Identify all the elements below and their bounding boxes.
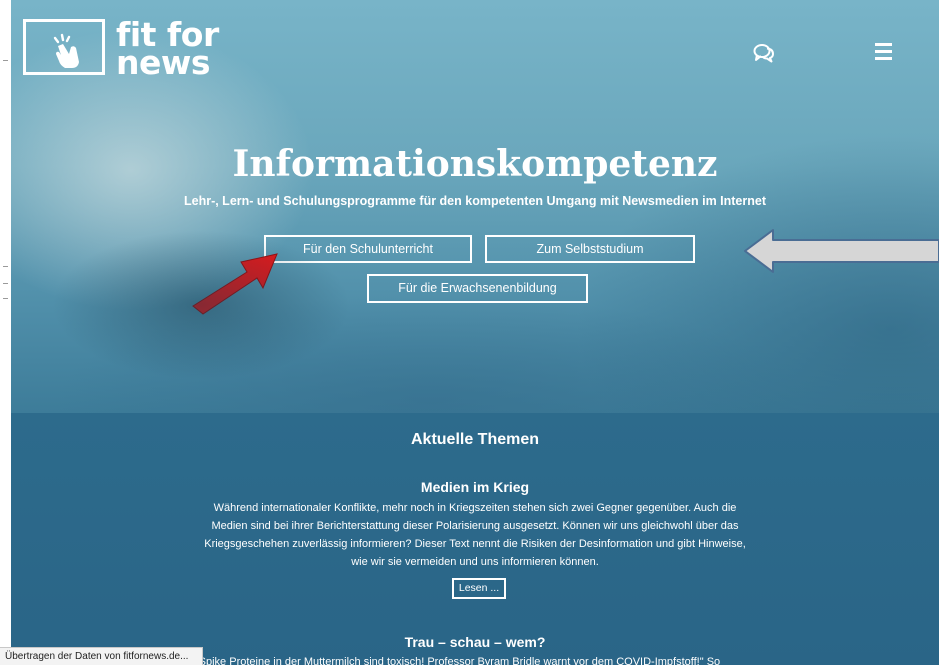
chat-bubbles-icon[interactable] — [753, 43, 775, 63]
self-study-button[interactable]: Zum Selbststudium — [485, 235, 695, 263]
hamburger-menu-icon[interactable] — [875, 43, 892, 60]
logo-wordmark[interactable]: fit for news — [116, 18, 219, 82]
article-body: Während internationaler Konflikte, mehr … — [204, 502, 746, 568]
red-annotation-arrow-icon — [192, 253, 278, 315]
grey-annotation-arrow-icon — [744, 229, 939, 273]
hero-section: fit for news Informationskompetenz Lehr-… — [11, 0, 939, 413]
browser-viewport: fit for news Informationskompetenz Lehr-… — [11, 0, 939, 665]
topics-heading: Aktuelle Themen — [410, 431, 540, 448]
article-title[interactable]: Medien im Krieg — [11, 479, 939, 495]
logo-line-2: news — [116, 43, 211, 82]
logo-box[interactable] — [23, 19, 105, 75]
page-subtitle: Lehr-, Lern- und Schulungsprogramme für … — [183, 194, 766, 208]
read-more-button[interactable]: Lesen ... — [452, 578, 506, 599]
window-left-edge — [0, 0, 11, 665]
current-topics-section: Aktuelle Themen Medien im Krieg Während … — [11, 413, 939, 665]
pointing-hand-icon — [53, 33, 79, 68]
browser-status-bar: Übertragen der Daten von fitfornews.de..… — [0, 647, 203, 665]
article-body: „Spike Proteine in der Muttermilch sind … — [195, 656, 721, 665]
page-title: Informationskompetenz — [232, 143, 718, 185]
school-lessons-button[interactable]: Für den Schulunterricht — [264, 235, 472, 263]
adult-education-button[interactable]: Für die Erwachsenenbildung — [367, 274, 588, 303]
